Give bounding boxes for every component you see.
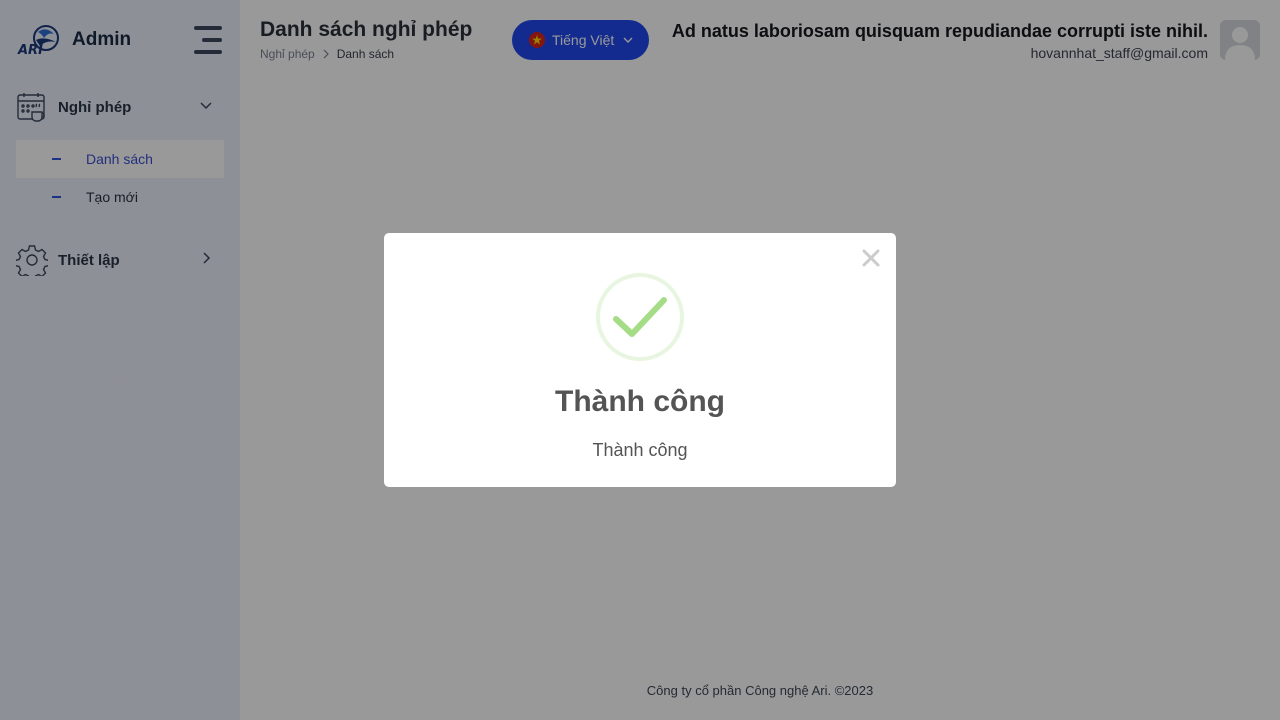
success-dialog: Thành công Thành công bbox=[384, 233, 896, 487]
dialog-message: Thành công bbox=[592, 440, 688, 460]
success-check-icon bbox=[596, 273, 684, 361]
dialog-title: Thành công bbox=[555, 385, 725, 418]
close-icon[interactable] bbox=[860, 247, 882, 269]
